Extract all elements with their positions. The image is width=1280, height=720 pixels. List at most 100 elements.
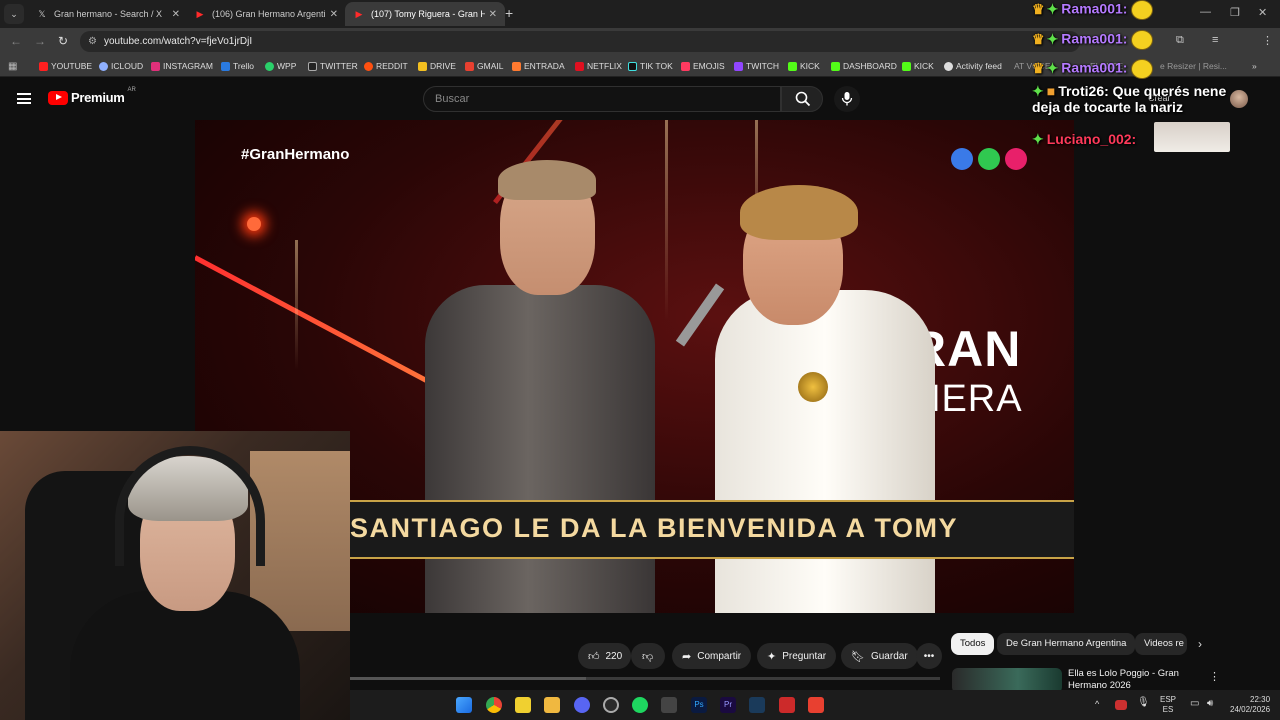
recommendation-title[interactable]: Ella es Lolo Poggio - Gran Hermano 2026 [1068,668,1198,692]
tab-search-button[interactable]: ⌄ [4,4,24,24]
like-button[interactable]: 👍︎ 220 [578,643,631,669]
stage-light-ray [295,240,298,370]
search-icon [795,91,811,107]
search-button[interactable] [781,86,823,112]
voice-search-button[interactable] [834,86,860,112]
bookmark-youtube[interactable]: YOUTUBE [39,59,92,73]
bookmark-trello[interactable]: Trello [221,59,254,73]
bookmark-wpp[interactable]: WPP [265,59,296,73]
streamer-app-icon[interactable] [779,697,795,713]
chip-videos[interactable]: Videos re [1135,633,1187,655]
reload-icon[interactable]: ↻ [58,34,68,48]
notes-icon[interactable] [515,697,531,713]
site-info-icon[interactable]: ⚙ [88,31,97,52]
close-window-icon[interactable]: ✕ [1258,6,1267,19]
youtube-premium-logo[interactable]: Premium AR [48,87,136,105]
file-explorer-icon[interactable] [544,697,560,713]
bookmark-kick[interactable]: KICK [788,59,820,73]
chip-gran-hermano[interactable]: De Gran Hermano Argentina [997,633,1136,655]
tab-x-search[interactable]: 𝕏 Gran hermano - Search / X ✕ [28,2,188,26]
bookmark-gmail[interactable]: GMAIL [465,59,503,73]
more-vert-icon[interactable]: ⋮ [1209,670,1220,683]
bookmark-overflow-3[interactable]: e Resizer | Resi... [1160,59,1227,73]
apps-grid-icon[interactable]: ▦ [8,59,17,73]
avatar[interactable] [1230,90,1248,108]
bookmark-emojis[interactable]: EMOJIS [681,59,725,73]
bookmark-netflix[interactable]: NETFLIX [575,59,622,73]
menu-icon[interactable]: ⋮ [1262,34,1273,47]
guest-hair [740,185,858,240]
chrome-icon[interactable] [486,697,502,713]
bookmark-instagram[interactable]: INSTAGRAM [151,59,213,73]
app-icon[interactable] [661,697,677,713]
bookmark-entrada[interactable]: ENTRADA [512,59,565,73]
like-count: 220 [605,650,623,662]
tab-tomy-riguera[interactable]: ▶ (107) Tomy Riguera - Gran Her ✕ [345,2,505,26]
url-field[interactable]: ⚙ youtube.com/watch?v=fjeVo1jrDjI [80,31,1080,52]
obs-icon[interactable] [603,697,619,713]
tab-gran-hermano-argentina[interactable]: ▶ (106) Gran Hermano Argentina ✕ [186,2,346,26]
chat-line: ♛ ✦ Rama001: [1032,59,1154,79]
media-icon[interactable]: ≡ [1212,34,1218,46]
bookmark-dashboard[interactable]: DASHBOARD [831,59,897,73]
windows-start-icon[interactable] [456,697,472,713]
chat-username: Rama001: [1061,59,1128,76]
more-actions-button[interactable]: ••• [916,643,942,669]
discord-icon[interactable] [574,697,590,713]
chat-message: Que querés nene [1112,83,1227,99]
steam-icon[interactable] [749,697,765,713]
more-icon: ••• [923,650,935,662]
sparkle-icon: ✦ [767,650,777,663]
spotify-icon[interactable] [632,697,648,713]
back-icon[interactable]: ← [10,34,22,48]
microphone-tray-icon[interactable]: 🎙︎ [1137,698,1150,708]
photoshop-icon[interactable]: Ps [691,697,707,713]
chat-message-continued: deja de tocarte la nariz [1032,99,1183,115]
bookmark-twitter[interactable]: TWITTER [308,59,358,73]
x-logo-icon: 𝕏 [38,8,46,19]
bookmark-drive[interactable]: DRIVE [418,59,456,73]
bookmark-icloud[interactable]: ICLOUD [99,59,143,73]
page-scroll-indicator [350,677,940,680]
chip-todos[interactable]: Todos [951,633,995,655]
save-button[interactable]: 🔖︎ Guardar [841,643,918,669]
bookmark-kick-2[interactable]: KICK [902,59,934,73]
tab-label: Gran hermano - Search / X [54,9,163,19]
bookmark-reddit[interactable]: REDDIT [364,59,408,73]
close-tab-icon[interactable]: ✕ [172,9,180,20]
hamburger-menu-icon[interactable] [17,93,31,104]
volume-icon[interactable]: 🔊︎ [1207,699,1213,709]
headset [115,446,265,566]
voicemeeter-icon[interactable] [808,697,824,713]
chat-line: ♛ ✦ Rama001: [1032,30,1154,50]
clock[interactable]: 22:30 24/02/2026 [1230,695,1270,715]
share-button[interactable]: ➦ Compartir [672,643,752,669]
tray-overflow-icon[interactable]: ^ [1095,699,1099,709]
thumbs-up-icon: 👍︎ [588,650,600,663]
minimize-icon[interactable]: — [1200,6,1211,18]
ask-button[interactable]: ✦ Preguntar [757,643,837,669]
language-indicator[interactable]: ESP ES [1160,695,1176,715]
more-bookmarks-icon[interactable]: » [1252,59,1257,73]
bookmark-icon: 🔖︎ [851,650,865,663]
extensions-icon[interactable]: ⧉ [1176,34,1184,47]
bookmark-activity-feed[interactable]: Activity feed [944,59,1002,73]
dislike-button[interactable]: 👎︎ [631,643,665,669]
forward-icon[interactable]: → [34,34,46,48]
close-tab-icon[interactable]: ✕ [330,9,338,20]
bookmark-tiktok[interactable]: TIK TOK [628,59,673,73]
star-badge-icon: ✦ [1032,131,1044,147]
gift-icon: ■ [1046,83,1056,99]
search-input[interactable]: Buscar [423,86,781,112]
tray-app-icon[interactable] [1115,700,1127,710]
network-icon[interactable]: ▭ [1190,699,1199,709]
close-tab-icon[interactable]: ✕ [489,9,497,20]
bookmark-twitch[interactable]: TWITCH [734,59,779,73]
webcam-overlay [0,431,350,720]
chevron-right-icon[interactable]: › [1198,637,1202,651]
new-tab-button[interactable]: + [505,5,513,21]
maximize-icon[interactable]: ❐ [1230,6,1240,19]
video-hashtag: #GranHermano [241,146,350,163]
url-text: youtube.com/watch?v=fjeVo1jrDjI [104,36,253,47]
premiere-icon[interactable]: Pr [720,697,736,713]
